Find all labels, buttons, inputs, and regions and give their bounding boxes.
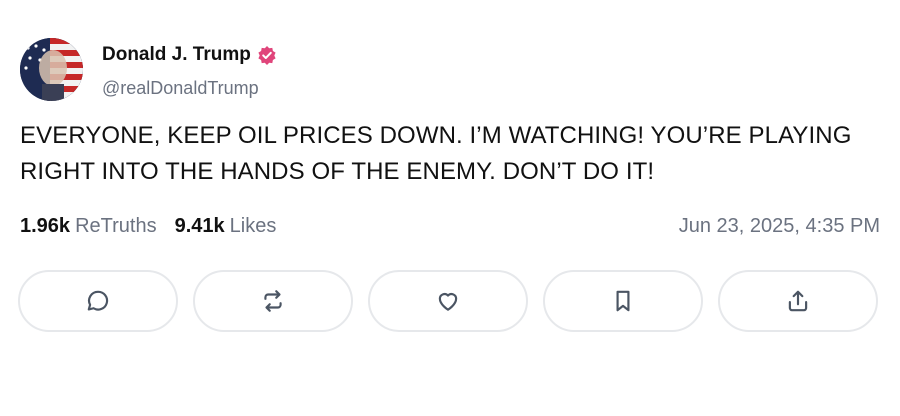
- post-card: Donald J. Trump @realDonaldTrump EVERYON…: [0, 0, 900, 416]
- likes-count: 9.41k: [174, 215, 225, 237]
- comment-icon: [87, 290, 109, 311]
- retruth-icon: [264, 290, 282, 312]
- avatar[interactable]: [20, 38, 83, 101]
- author-handle[interactable]: @realDonaldTrump: [102, 78, 259, 99]
- action-bar: [18, 270, 878, 332]
- share-button[interactable]: [718, 270, 878, 332]
- heart-icon: [438, 293, 458, 311]
- retruth-button[interactable]: [193, 270, 353, 332]
- author-name-row: Donald J. Trump: [102, 44, 277, 66]
- post-stats: 1.96k ReTruths 9.41k Likes: [20, 215, 294, 238]
- post-timestamp[interactable]: Jun 23, 2025, 4:35 PM: [679, 215, 880, 238]
- likes-stat[interactable]: 9.41k Likes: [175, 215, 277, 238]
- bookmark-button[interactable]: [543, 270, 703, 332]
- retruths-label: ReTruths: [75, 215, 157, 237]
- share-icon: [788, 290, 808, 312]
- verified-badge-icon: [257, 45, 277, 65]
- post-text: EVERYONE, KEEP OIL PRICES DOWN. I’M WATC…: [20, 122, 852, 185]
- bookmark-icon: [616, 290, 630, 312]
- likes-label: Likes: [229, 215, 277, 237]
- retruths-stat[interactable]: 1.96k ReTruths: [20, 215, 157, 238]
- author-name[interactable]: Donald J. Trump: [102, 44, 251, 66]
- retruths-count: 1.96k: [20, 215, 71, 237]
- reply-button[interactable]: [18, 270, 178, 332]
- like-button[interactable]: [368, 270, 528, 332]
- avatar-image: [20, 38, 83, 101]
